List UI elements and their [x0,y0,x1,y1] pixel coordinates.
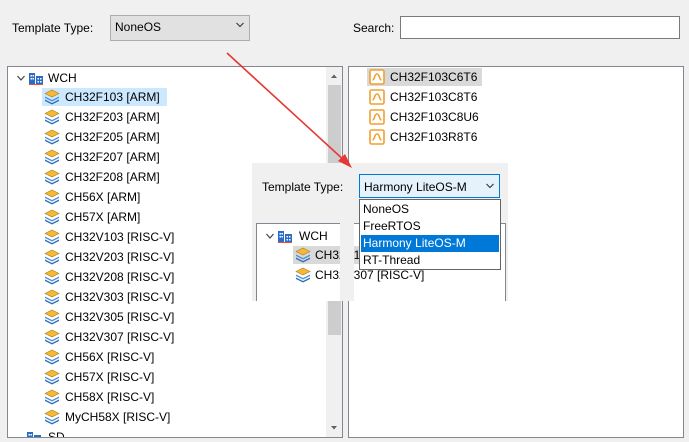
expand-open-icon[interactable] [16,73,26,83]
layers-icon [44,309,60,325]
tree-item[interactable]: CH32V203 [RISC-V] [42,248,242,266]
tree-item[interactable]: CH32V208 [RISC-V] [42,268,242,286]
tree-item-label: CH56X [RISC-V] [65,350,155,364]
layers-icon [44,369,60,385]
tree-item[interactable]: CH32F103 [ARM] [42,88,167,106]
tree-item[interactable]: CH32V303 [RISC-V] [42,288,242,306]
layers-icon [44,229,60,245]
tree-item[interactable]: CH32F207 [ARM] [42,148,242,166]
tree-item-label: CH57X [ARM] [65,210,141,224]
tree-root-label: WCH [48,71,77,85]
template-type-select[interactable]: NoneOS [110,15,250,41]
tree-item[interactable]: CH32F205 [ARM] [42,128,242,146]
inset-screenshot: Template Type: Harmony LiteOS-M WCH CH32… [252,163,508,301]
inset-template-type-select[interactable]: Harmony LiteOS-M [359,174,500,198]
layers-icon [44,169,60,185]
chip-list-item[interactable]: CH32F103C6T6 [367,68,482,86]
dropdown-option[interactable]: FreeRTOS [361,218,499,235]
layers-icon [44,149,60,165]
tree-item-label: CH58X [RISC-V] [65,390,155,404]
scroll-down-icon[interactable] [329,423,339,433]
building-icon [28,70,44,86]
chevron-down-icon [485,181,495,191]
scroll-up-icon[interactable] [329,71,339,81]
tree-item-label: CH32F208 [ARM] [65,170,160,184]
inset-scrollbar [340,223,354,301]
search-label: Search: [353,21,395,35]
tree-item-label: CH32V307 [RISC-V] [65,330,175,344]
tree-item-label: CH32V305 [RISC-V] [65,310,175,324]
chip-list-label: CH32F103R8T6 [390,130,478,144]
tree-item-label: CH32V103 [RISC-V] [65,230,175,244]
chip-list-label: CH32F103C8T6 [390,90,478,104]
tree-item[interactable]: CH58X [RISC-V] [42,388,242,406]
tree-item-label: CH32V303 [RISC-V] [65,290,175,304]
tree-item-label: SD [48,430,65,438]
tree-item-partial[interactable]: SD [24,428,104,438]
tree-item[interactable]: CH32F208 [ARM] [42,168,242,186]
tree-item-label: CH32F207 [ARM] [65,150,160,164]
tree-item-label: CH32F205 [ARM] [65,130,160,144]
expand-open-icon[interactable] [265,231,275,241]
inset-template-type-value: Harmony LiteOS-M [364,180,467,194]
chip-list-item[interactable]: CH32F103R8T6 [367,128,497,146]
tree-item-label: CH32F103 [ARM] [65,90,160,104]
tree-item[interactable]: CH32V103 [RISC-V] [42,228,242,246]
dropdown-option[interactable]: NoneOS [361,201,499,218]
layers-icon [44,389,60,405]
chip-list-item[interactable]: CH32F103C8T6 [367,88,497,106]
tree-item[interactable]: CH56X [ARM] [42,188,242,206]
layers-icon [44,409,60,425]
chip-list-label: CH32F103C6T6 [390,70,478,84]
layers-icon [44,129,60,145]
layers-icon [44,289,60,305]
tree-item-label: CH32V203 [RISC-V] [65,250,175,264]
tree-item-label: CH32V208 [RISC-V] [65,270,175,284]
tree-item[interactable]: CH57X [ARM] [42,208,242,226]
layers-icon [295,267,311,283]
tree-item[interactable]: CH32V307 [RISC-V] [42,328,242,346]
template-type-value: NoneOS [115,20,162,34]
layers-icon [44,329,60,345]
tree-item[interactable]: CH56X [RISC-V] [42,348,242,366]
dropdown-option[interactable]: RT-Thread [361,252,499,269]
layers-icon [44,89,60,105]
inset-tree-root-label: WCH [299,229,328,243]
chip-icon [369,129,385,145]
template-type-dropdown[interactable]: NoneOS FreeRTOS Harmony LiteOS-M RT-Thread [359,199,501,270]
chevron-down-icon [235,20,245,30]
dropdown-option[interactable]: Harmony LiteOS-M [361,235,499,252]
tree-item-label: MyCH58X [RISC-V] [65,410,171,424]
building-icon [26,429,42,438]
layers-icon [44,349,60,365]
tree-item[interactable]: MyCH58X [RISC-V] [42,408,242,426]
tree-item-label: CH32F203 [ARM] [65,110,160,124]
layers-icon [44,209,60,225]
tree-item[interactable]: CH32V305 [RISC-V] [42,308,242,326]
search-input[interactable] [400,16,680,39]
layers-icon [44,109,60,125]
tree-item-label: CH57X [RISC-V] [65,370,155,384]
building-icon [277,228,293,244]
chip-list-item[interactable]: CH32F103C8U6 [367,108,497,126]
chip-list-label: CH32F103C8U6 [390,110,479,124]
template-type-label: Template Type: [12,21,94,35]
tree-item-label: CH56X [ARM] [65,190,141,204]
layers-icon [44,189,60,205]
tree-item[interactable]: CH32F203 [ARM] [42,108,242,126]
inset-template-type-label: Template Type: [262,180,344,194]
chip-icon [369,109,385,125]
tree-item[interactable]: CH57X [RISC-V] [42,368,242,386]
chip-icon [369,89,385,105]
layers-icon [295,247,311,263]
layers-icon [44,249,60,265]
chip-icon [369,69,385,85]
layers-icon [44,269,60,285]
